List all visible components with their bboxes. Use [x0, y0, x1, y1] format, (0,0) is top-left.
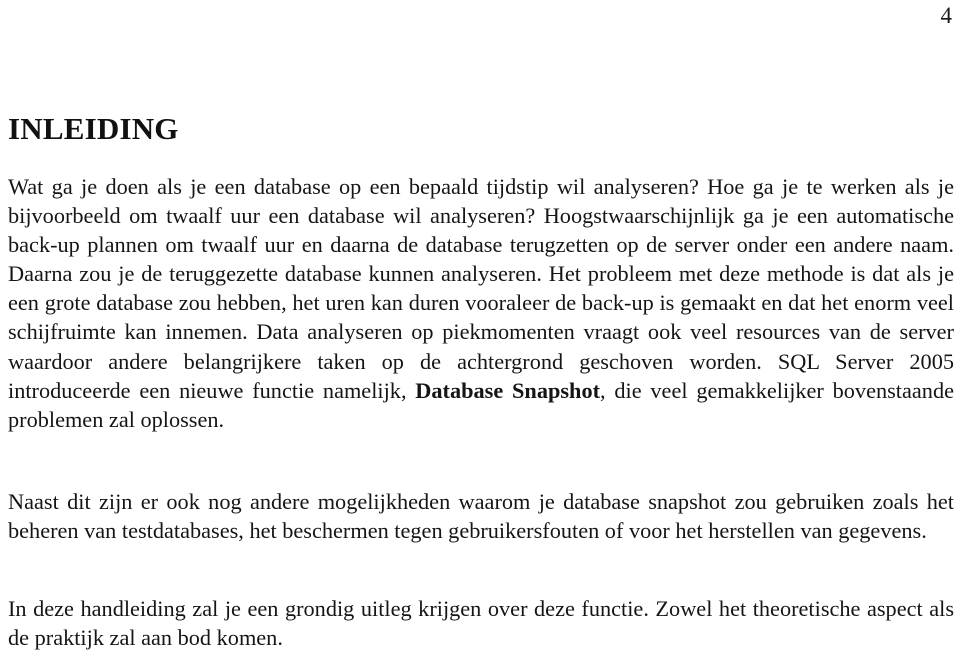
paragraph-scope: In deze handleiding zal je een grondig u… [8, 594, 954, 652]
text-run: Naast dit zijn er ook nog andere mogelij… [8, 489, 954, 544]
document-page: 4 INLEIDING Wat ga je doen als je een da… [0, 0, 960, 662]
page-number: 4 [940, 3, 953, 28]
paragraph-other-uses: Naast dit zijn er ook nog andere mogelij… [8, 487, 954, 545]
emphasis-term: Database Snapshot [415, 377, 601, 403]
text-run: In deze handleiding zal je een grondig u… [8, 596, 954, 651]
paragraph-intro: Wat ga je doen als je een database op ee… [8, 172, 954, 434]
page-title: INLEIDING [8, 111, 179, 146]
